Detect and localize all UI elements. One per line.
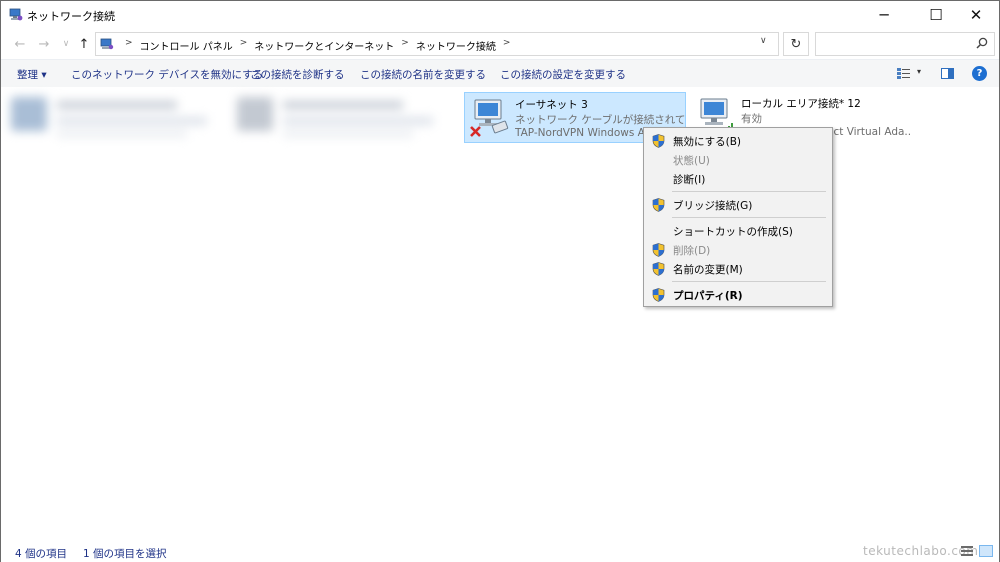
address-row: ← → ∨ ↑ > コントロール パネル > ネットワークとインターネット > … [1,29,999,59]
connection-name: イーサネット 3 [515,99,588,111]
item-count: 4 個の項目 [15,548,68,560]
menu-item-label: ショートカットの作成(S) [673,226,793,238]
refresh-button[interactable]: ↻ [783,32,809,56]
diagnose-button[interactable]: この接続を診断する [250,67,345,82]
uac-shield-icon [652,198,665,212]
refresh-icon: ↻ [790,36,802,52]
menu-item-properties[interactable]: プロパティ(R) [646,285,830,305]
breadcrumb-control-panel[interactable]: コントロール パネル [140,38,233,53]
disable-device-button[interactable]: このネットワーク デバイスを無効にする [71,67,263,82]
preview-pane-icon[interactable] [941,68,954,79]
close-icon: ✕ [969,6,983,24]
network-connections-icon [100,38,114,50]
breadcrumb-network-connections[interactable]: ネットワーク接続 [416,38,496,53]
close-button[interactable]: ✕ [953,1,999,29]
blurred-connection-item[interactable] [237,93,457,143]
breadcrumb-separator-icon[interactable]: > [401,38,409,53]
uac-shield-icon [652,134,665,148]
menu-item-bridge[interactable]: ブリッジ接続(G) [646,195,830,215]
breadcrumb-network-internet[interactable]: ネットワークとインターネット [254,38,394,53]
ethernet-disconnected-icon [470,99,509,137]
connections-list: イーサネット 3 ネットワーク ケーブルが接続されていま... TAP-Nord… [1,87,999,537]
menu-item-label: 無効にする(B) [673,136,742,148]
help-label: ? [976,68,983,79]
menu-item-rename[interactable]: 名前の変更(M) [646,259,830,279]
menu-item-status[interactable]: 状態(U) [646,150,830,170]
back-button[interactable]: ← [11,35,29,53]
forward-button[interactable]: → [35,35,53,53]
command-bar: 整理 ▾ このネットワーク デバイスを無効にする この接続を診断する この接続の… [1,59,999,87]
up-button[interactable]: ↑ [75,35,93,53]
tiles-view-icon[interactable] [979,545,993,557]
blurred-connection-item[interactable] [11,93,221,143]
breadcrumb-separator-icon[interactable]: > [503,38,511,53]
menu-item-label: 削除(D) [673,245,711,257]
connection-status: 有効 [741,113,762,125]
arrow-left-icon: ← [14,36,26,52]
title-bar[interactable]: ネットワーク接続 ─ ☐ ✕ [1,1,999,29]
network-connections-icon [9,8,23,21]
menu-item-label: 状態(U) [673,155,710,167]
menu-item-label: ブリッジ接続(G) [673,200,753,212]
help-icon[interactable]: ? [972,66,987,81]
search-icon[interactable] [976,37,988,49]
arrow-right-icon: → [38,36,50,52]
menu-item-diagnose[interactable]: 診断(I) [646,169,830,189]
search-input[interactable] [815,32,995,56]
connection-device: ect Virtual Ada... [827,126,911,138]
menu-separator [672,217,826,218]
menu-item-label: 診断(I) [673,174,706,186]
address-dropdown-icon[interactable]: ∨ [760,36,767,46]
minimize-button[interactable]: ─ [861,1,907,29]
rename-button[interactable]: この接続の名前を変更する [360,67,486,82]
organize-button[interactable]: 整理 ▾ [17,67,47,82]
arrow-up-icon: ↑ [78,36,90,52]
window-title: ネットワーク接続 [27,10,115,23]
uac-shield-icon [652,288,665,302]
view-options-chevron-icon[interactable]: ▾ [917,67,921,76]
recent-locations-button[interactable]: ∨ [57,35,75,53]
menu-item-create-shortcut[interactable]: ショートカットの作成(S) [646,221,830,241]
uac-shield-icon [652,262,665,276]
connection-name: ローカル エリア接続* 12 [741,98,861,110]
menu-item-disable[interactable]: 無効にする(B) [646,131,830,151]
menu-item-label: プロパティ(R) [673,290,743,302]
selected-count: 1 個の項目を選択 [83,548,167,560]
menu-separator [672,191,826,192]
address-bar[interactable]: > コントロール パネル > ネットワークとインターネット > ネットワーク接続… [95,32,779,56]
connection-status: ネットワーク ケーブルが接続されていま... [515,114,685,126]
uac-shield-icon [652,243,665,257]
breadcrumb: > コントロール パネル > ネットワークとインターネット > ネットワーク接続… [118,38,517,53]
breadcrumb-separator-icon[interactable]: > [240,38,248,53]
menu-separator [672,281,826,282]
change-settings-button[interactable]: この接続の設定を変更する [500,67,626,82]
context-menu: 無効にする(B) 状態(U) 診断(I) ブリッジ接続(G) ショートカットの作… [643,127,833,307]
change-view-icon[interactable] [897,67,911,80]
details-view-icon[interactable] [961,546,973,556]
maximize-icon: ☐ [929,6,943,24]
network-connections-window: ネットワーク接続 ─ ☐ ✕ ← → ∨ ↑ > コントロール パネル > ネッ… [0,0,1000,562]
status-bar: 4 個の項目 1 個の項目を選択 tekutechlabo.com [1,541,999,562]
breadcrumb-separator-icon[interactable]: > [125,38,133,53]
menu-item-label: 名前の変更(M) [673,264,743,276]
menu-item-delete[interactable]: 削除(D) [646,240,830,260]
chevron-down-icon: ∨ [62,39,70,49]
minimize-icon: ─ [879,6,889,24]
